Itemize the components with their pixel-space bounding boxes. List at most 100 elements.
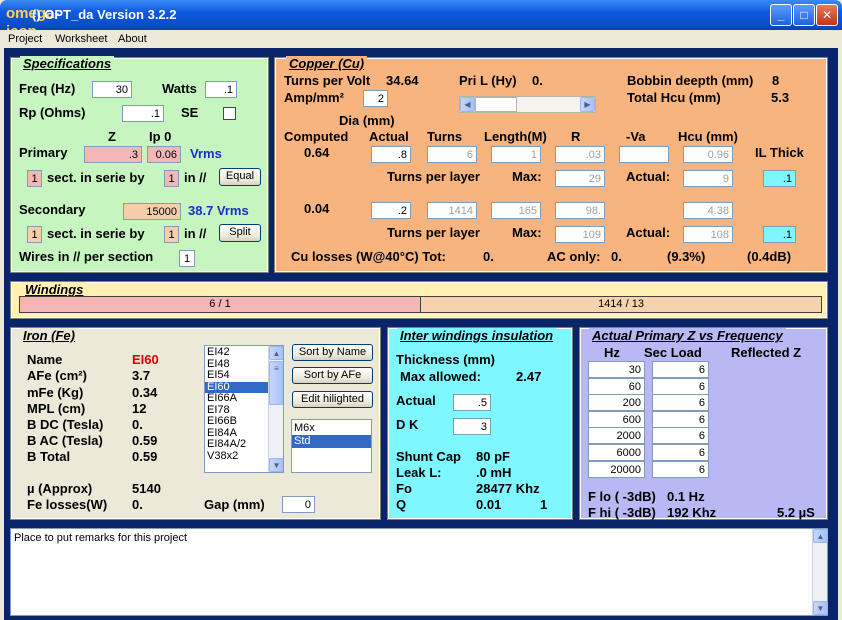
- omega-icon[interactable]: omega-icon: [6, 5, 59, 40]
- menu-worksheet[interactable]: Worksheet: [55, 30, 107, 48]
- remarks-scroll-down[interactable]: ▼: [813, 601, 828, 615]
- mpl-label: MPL (cm): [27, 401, 86, 416]
- wires-input[interactable]: 1: [179, 250, 195, 267]
- hz-input[interactable]: 6000: [588, 444, 645, 461]
- se-checkbox[interactable]: [223, 107, 236, 120]
- insul-actual-input[interactable]: .5: [453, 394, 491, 411]
- windings-panel: Windings 6 / 1 1414 / 13: [10, 281, 828, 319]
- amp-input[interactable]: 2: [363, 90, 388, 107]
- core-list-item[interactable]: EI42: [205, 346, 268, 359]
- remarks-area[interactable]: Place to put remarks for this project ▲ …: [10, 528, 828, 616]
- equal-button[interactable]: Equal: [219, 168, 261, 186]
- thickness-label: Thickness (mm): [396, 352, 495, 367]
- secondary-z-input[interactable]: 15000: [123, 203, 181, 220]
- edit-hilighted-button[interactable]: Edit hilighted: [292, 391, 373, 408]
- core-list-item[interactable]: V38x2: [205, 450, 268, 463]
- hz-input[interactable]: 2000: [588, 427, 645, 445]
- remarks-scroll-up[interactable]: ▲: [813, 529, 828, 543]
- secondary-r: 98.: [555, 202, 605, 219]
- primary-il-thick-input[interactable]: .1: [763, 170, 796, 187]
- slider-right-arrow[interactable]: ▶: [580, 97, 595, 112]
- title-bar[interactable]: omega-icon () OPT_da Version 3.2.2 _ □ ✕: [0, 0, 842, 40]
- copper-panel: Copper (Cu) Turns per Volt 34.64 Pri L (…: [274, 56, 828, 273]
- max-allowed-value: 2.47: [516, 369, 542, 384]
- secondary-actual-label: Actual:: [626, 225, 671, 240]
- core-list-item[interactable]: EI66B: [205, 415, 268, 428]
- bobbin-label: Bobbin deepth (mm): [627, 73, 754, 88]
- grade-list-item[interactable]: M6x: [292, 422, 371, 435]
- hz-input[interactable]: 600: [588, 410, 645, 428]
- rp-input[interactable]: .1: [122, 105, 164, 122]
- sort-by-afe-button[interactable]: Sort by AFe: [292, 367, 373, 384]
- remarks-text[interactable]: Place to put remarks for this project: [14, 532, 187, 544]
- gap-label: Gap (mm): [204, 497, 265, 512]
- primary-z-input[interactable]: .3: [84, 146, 142, 163]
- grade-list[interactable]: M6x Std: [291, 419, 372, 473]
- core-list-item[interactable]: EI54: [205, 369, 268, 382]
- wires-label: Wires in // per section: [19, 249, 154, 264]
- hz-input[interactable]: 30: [588, 361, 645, 378]
- scroll-down-arrow[interactable]: ▼: [269, 458, 283, 472]
- split-button[interactable]: Split: [219, 224, 261, 242]
- secondary-parallel-input[interactable]: 1: [164, 226, 179, 243]
- slider-thumb[interactable]: [475, 97, 517, 112]
- btotal-value: 0.59: [132, 449, 158, 464]
- secondary-computed-dia: 0.04: [304, 201, 330, 216]
- sec-load-input[interactable]: 6: [652, 444, 709, 461]
- sec-load-input[interactable]: 6: [652, 410, 709, 428]
- turns-per-volt-label: Turns per Volt: [284, 73, 371, 88]
- gap-input[interactable]: 0: [282, 496, 315, 513]
- dk-input[interactable]: 3: [453, 418, 491, 435]
- mfe-label: mFe (Kg): [27, 385, 84, 400]
- primary-hcu: 0.96: [683, 146, 733, 163]
- iron-panel: Iron (Fe) Name EI60 AFe (cm²) 3.7 mFe (K…: [10, 327, 381, 520]
- secondary-max: 109: [555, 226, 605, 243]
- slider-left-arrow[interactable]: ◀: [460, 97, 475, 112]
- minimize-button[interactable]: _: [770, 4, 792, 26]
- hz-input[interactable]: 20000: [588, 460, 645, 478]
- core-list-item[interactable]: EI66A: [205, 392, 268, 405]
- core-list[interactable]: EI42 EI48 EI54 EI60 EI66A EI78 EI66B EI84A EI84A…: [204, 345, 284, 473]
- iron-name-value: EI60: [132, 352, 159, 367]
- sec-load-input[interactable]: 6: [652, 427, 709, 445]
- primary-actual-dia-input[interactable]: .8: [371, 146, 411, 163]
- primary-actual-turns: 9: [683, 170, 733, 187]
- remarks-scrollbar[interactable]: ▲ ▼: [812, 529, 828, 615]
- primary-turns: 6: [427, 146, 477, 163]
- iron-title: Iron (Fe): [20, 328, 78, 343]
- core-list-scrollbar[interactable]: ▲ ≡ ▼: [268, 346, 283, 472]
- menu-project[interactable]: Project: [8, 30, 42, 48]
- watts-input[interactable]: .1: [205, 81, 237, 98]
- sec-load-input[interactable]: 6: [652, 394, 709, 412]
- scroll-up-arrow[interactable]: ▲: [269, 346, 283, 360]
- core-list-item[interactable]: EI84A/2: [205, 438, 268, 451]
- mpl-value: 12: [132, 401, 147, 416]
- secondary-sections-input[interactable]: 1: [27, 226, 42, 243]
- close-button[interactable]: ✕: [816, 4, 838, 26]
- sec-load-input[interactable]: 6: [652, 460, 709, 478]
- grade-list-item[interactable]: Std: [292, 435, 371, 448]
- pri-l-slider[interactable]: ◀ ▶: [459, 96, 596, 113]
- windings-title: Windings: [22, 282, 87, 297]
- secondary-actual-dia-input[interactable]: .2: [371, 202, 411, 219]
- iron-name-label: Name: [27, 352, 63, 367]
- hz-input[interactable]: 200: [588, 394, 645, 412]
- freq-label: Freq (Hz): [19, 81, 76, 96]
- sec-load-input[interactable]: 6: [652, 377, 709, 395]
- menu-about[interactable]: About: [118, 30, 147, 48]
- sec-load-input[interactable]: 6: [652, 361, 709, 378]
- leak-l-label: Leak L:: [396, 465, 442, 480]
- q-label: Q: [396, 497, 407, 512]
- primary-sections-input[interactable]: 1: [27, 170, 42, 187]
- scroll-thumb[interactable]: ≡: [269, 361, 283, 405]
- secondary-il-thick-input[interactable]: .1: [763, 226, 796, 243]
- primary-parallel-input[interactable]: 1: [164, 170, 179, 187]
- maximize-button[interactable]: □: [793, 4, 815, 26]
- shunt-cap-value: 80 pF: [476, 449, 510, 464]
- turns-per-volt-value: 34.64: [386, 73, 419, 88]
- freq-input[interactable]: 30: [92, 81, 132, 98]
- hz-input[interactable]: 60: [588, 377, 645, 395]
- f-hi-value: 192 Khz: [667, 505, 717, 520]
- f-hi-label: F hi ( -3dB): [588, 505, 656, 520]
- sort-by-name-button[interactable]: Sort by Name: [292, 344, 373, 361]
